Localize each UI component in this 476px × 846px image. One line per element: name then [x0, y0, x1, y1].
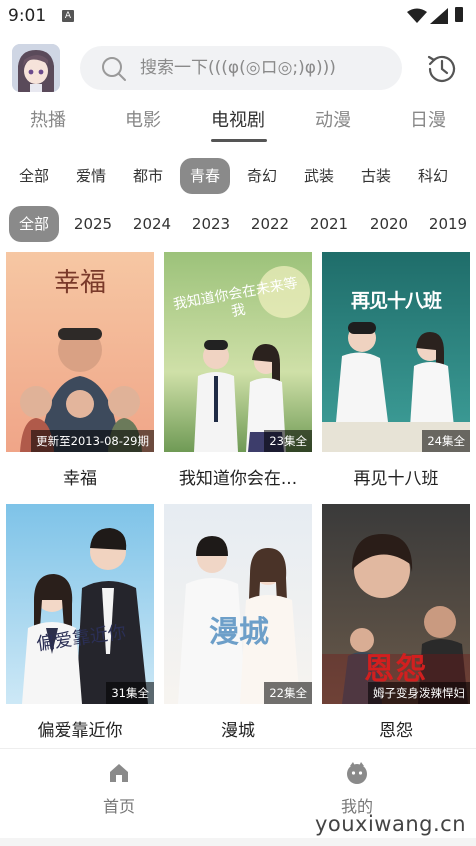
- poster-image: 再见十八班 24集全: [322, 252, 470, 452]
- search-placeholder: 搜索一下(((φ(◎ロ◎;)φ))): [140, 58, 336, 78]
- search-icon: [102, 57, 126, 81]
- genre-urban[interactable]: 都市: [123, 158, 173, 194]
- home-icon: [110, 764, 128, 782]
- history-icon[interactable]: [424, 51, 460, 87]
- episode-badge: 22集全: [264, 682, 312, 704]
- system-gesture-area: [0, 838, 476, 846]
- genre-romance[interactable]: 爱情: [66, 158, 116, 194]
- year-2023[interactable]: 2023: [182, 206, 240, 242]
- genre-fantasy[interactable]: 奇幻: [237, 158, 287, 194]
- tab-movie[interactable]: 电影: [125, 106, 161, 132]
- genre-scifi[interactable]: 科幻: [408, 158, 458, 194]
- tab-anime[interactable]: 动漫: [315, 106, 351, 132]
- wifi-icon: [407, 8, 427, 23]
- poster-image: 恩怨 姆子变身泼辣悍妇: [322, 504, 470, 704]
- drama-title: 漫城: [221, 721, 255, 741]
- drama-title: 恩怨: [379, 721, 413, 741]
- episode-badge: 姆子变身泼辣悍妇: [368, 682, 470, 704]
- category-tabs: 热播 电影 电视剧 动漫 日漫: [0, 100, 476, 142]
- episode-badge: 31集全: [106, 682, 154, 704]
- drama-title: 偏爱靠近你: [37, 721, 123, 741]
- year-filter-row: 全部 2025 2024 2023 2022 2021 2020 2019: [0, 206, 476, 244]
- episode-badge: 24集全: [422, 430, 470, 452]
- poster-image: 漫城 22集全: [164, 504, 312, 704]
- notification-icon: A: [62, 10, 74, 22]
- tab-hot[interactable]: 热播: [30, 106, 66, 132]
- poster-title: 幸福: [53, 268, 106, 298]
- avatar[interactable]: [12, 44, 60, 92]
- episode-badge: 23集全: [264, 430, 312, 452]
- status-time: 9:01: [8, 6, 47, 26]
- genre-filter-row: 全部 爱情 都市 青春 奇幻 武装 古装 科幻: [0, 158, 476, 196]
- year-2020[interactable]: 2020: [360, 206, 418, 242]
- year-2021[interactable]: 2021: [300, 206, 358, 242]
- genre-all[interactable]: 全部: [9, 158, 59, 194]
- genre-armed[interactable]: 武装: [294, 158, 344, 194]
- poster-title: 漫城: [209, 615, 269, 650]
- watermark: youxiwang.cn: [314, 812, 466, 836]
- battery-icon: [455, 7, 463, 22]
- tab-japanese-anime[interactable]: 日漫: [410, 106, 446, 132]
- year-2019[interactable]: 2019: [419, 206, 476, 242]
- nav-home-label: 首页: [102, 797, 135, 816]
- search-bar[interactable]: 搜索一下(((φ(◎ロ◎;)φ))): [80, 46, 402, 90]
- year-all[interactable]: 全部: [8, 206, 60, 242]
- genre-costume[interactable]: 古装: [351, 158, 401, 194]
- drama-title: 再见十八班: [353, 469, 439, 489]
- episode-badge: 更新至2013-08-29期: [31, 430, 154, 452]
- status-bar: 9:01 A: [0, 0, 476, 34]
- cellular-icon: [430, 8, 448, 24]
- year-2024[interactable]: 2024: [123, 206, 181, 242]
- poster-image: 偏爱靠近你 31集全: [6, 504, 154, 704]
- active-tab-indicator: [211, 139, 267, 142]
- tab-tv-series[interactable]: 电视剧: [211, 106, 265, 132]
- poster-image: 幸福 更新至2013-08-29期: [6, 252, 154, 452]
- poster-title: 再见十八班: [350, 290, 442, 312]
- genre-youth[interactable]: 青春: [179, 158, 231, 194]
- nav-home[interactable]: 首页: [0, 749, 238, 829]
- year-2022[interactable]: 2022: [241, 206, 299, 242]
- year-2025[interactable]: 2025: [64, 206, 122, 242]
- drama-title: 我知道你会在...: [178, 469, 298, 489]
- drama-title: 幸福: [63, 469, 97, 489]
- profile-icon: [347, 762, 367, 784]
- poster-image: 我知道你会在未来等我 23集全: [164, 252, 312, 452]
